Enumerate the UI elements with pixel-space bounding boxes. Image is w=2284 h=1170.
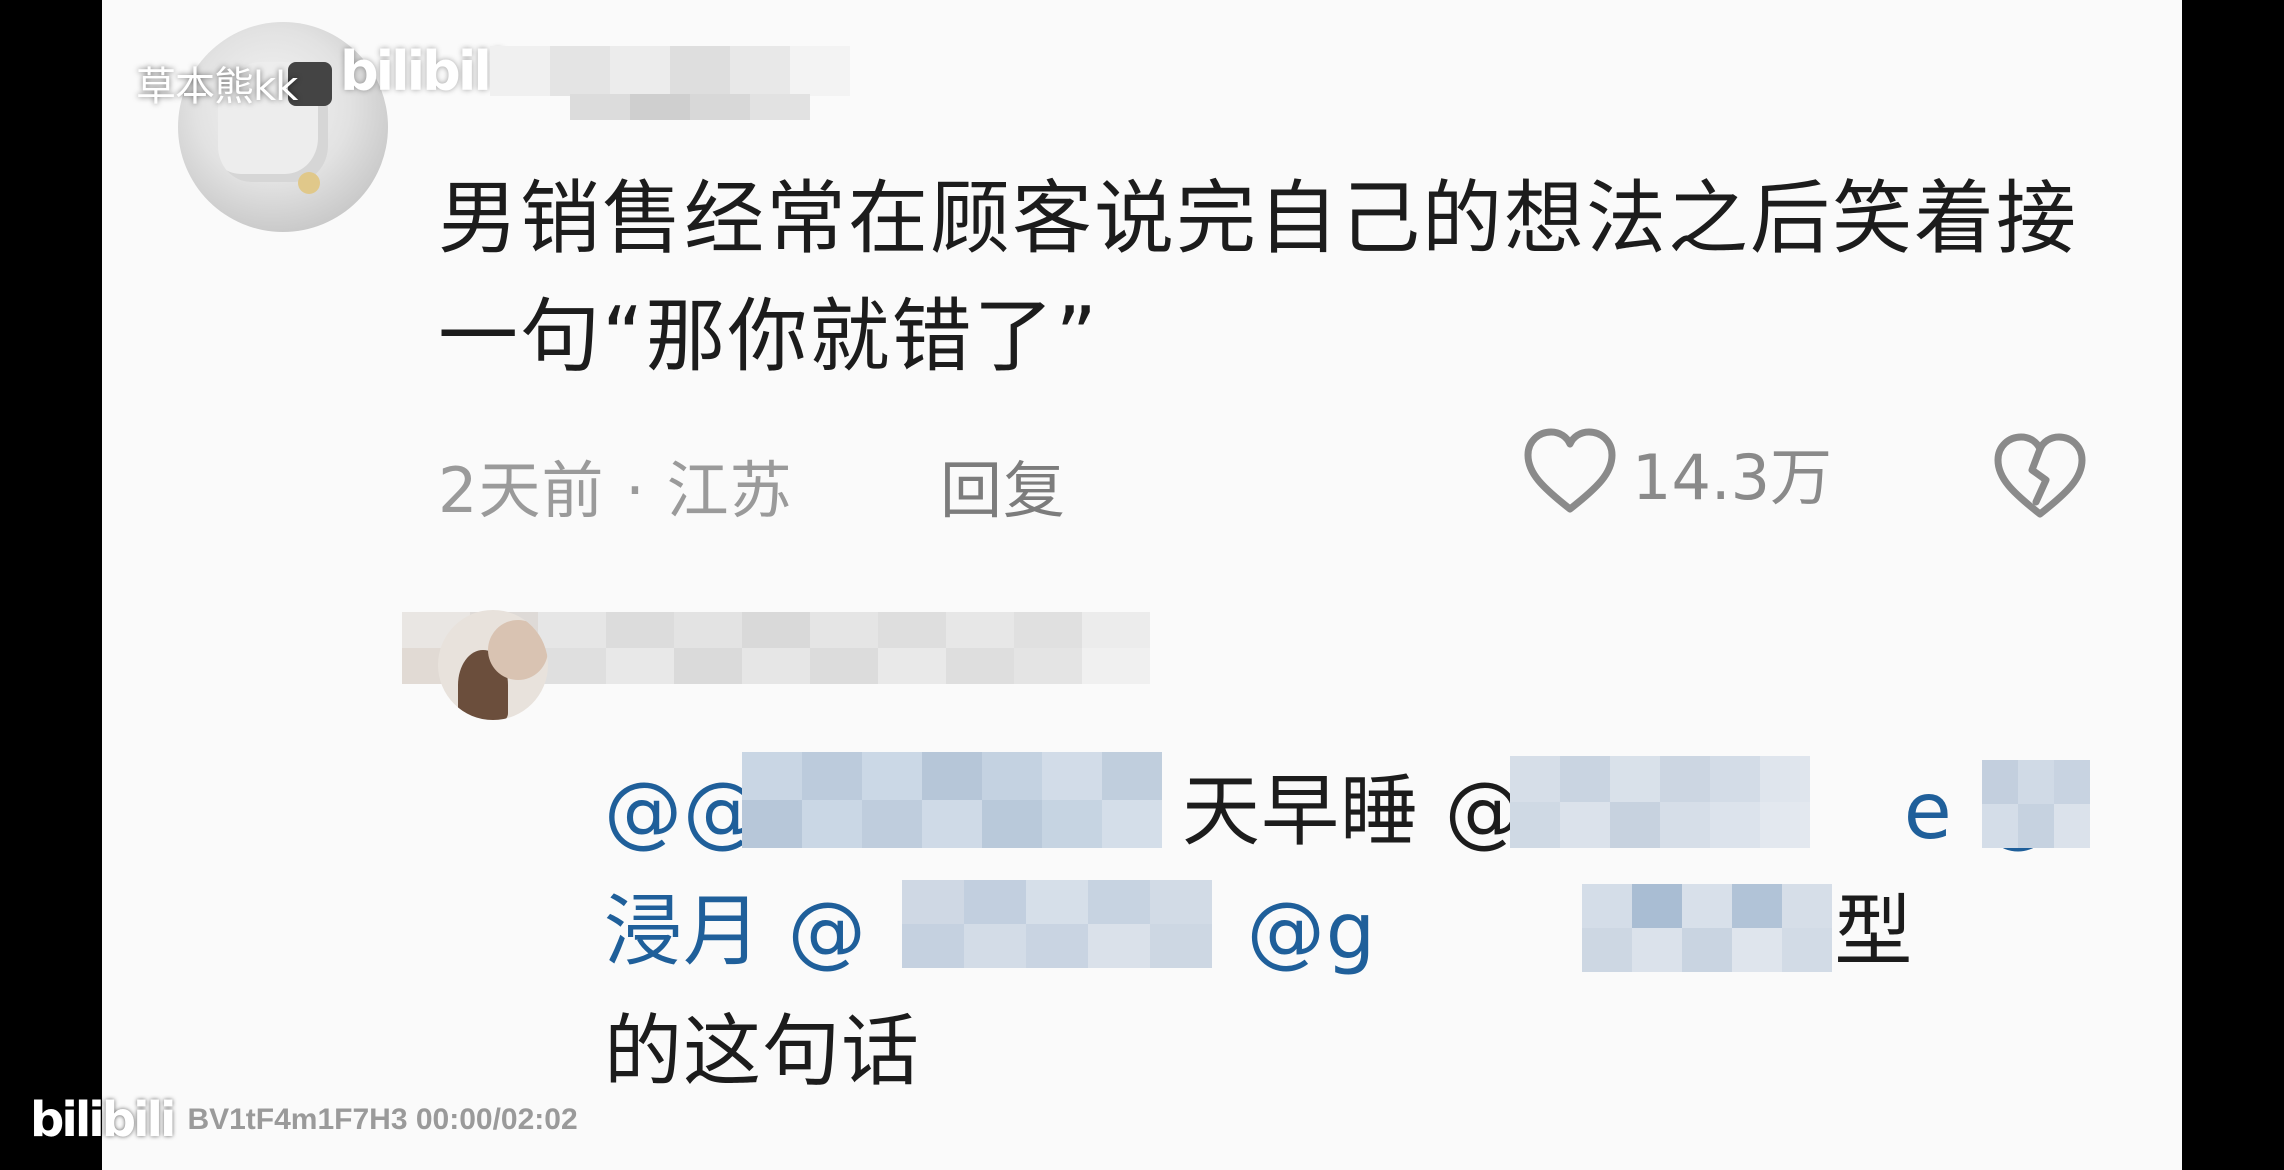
dislike-button[interactable] [1992, 432, 2088, 526]
reply-text-end-2: 的这句话 [604, 1007, 921, 1097]
mention-mosaic-4 [902, 880, 1212, 968]
reply-mention-fragment-1[interactable]: 天早睡 @ [1182, 767, 1524, 857]
mention-mosaic-3 [1982, 760, 2090, 848]
reply-mention-prefix[interactable]: @@ [604, 767, 762, 857]
mention-mosaic-5 [1582, 884, 1832, 972]
mention-mosaic-2 [1510, 756, 1810, 848]
commenter-name-blurred [490, 46, 850, 120]
uploader-watermark: 草本熊kk [136, 64, 298, 110]
reply-mention-fragment-4[interactable]: @g [1247, 887, 1377, 977]
heart-icon [1524, 428, 1616, 513]
broken-heart-icon [1994, 433, 2086, 518]
reply-mention-fragment-3[interactable]: 浸月 @ [604, 887, 867, 977]
bilibili-logo: bilibili [30, 1092, 176, 1148]
next-comment-partial [702, 1150, 2152, 1170]
comment-time-location: 2天前 · 江苏 [438, 454, 793, 527]
video-id-timecode: BV1tF4m1F7H3 00:00/02:02 [187, 1103, 578, 1136]
bilibili-logo-watermark: bilibili [340, 40, 507, 103]
like-button[interactable]: 14.3万 [1522, 428, 1832, 514]
mention-mosaic-1 [742, 752, 1162, 848]
video-frame: 草本熊kk bilibili 男销售经常在顾客说完自己的想法之后笑着接一句“那你… [102, 0, 2182, 1170]
comment-meta: 2天前 · 江苏 回复 [438, 440, 1065, 530]
like-count: 14.3万 [1632, 441, 1833, 514]
comment-text: 男销售经常在顾客说完自己的想法之后笑着接一句“那你就错了” [438, 172, 2078, 383]
replier-avatar[interactable] [438, 610, 548, 720]
reply-button[interactable]: 回复 [940, 440, 1066, 530]
bottom-watermark: bilibili BV1tF4m1F7H3 00:00/02:02 [30, 1092, 578, 1148]
